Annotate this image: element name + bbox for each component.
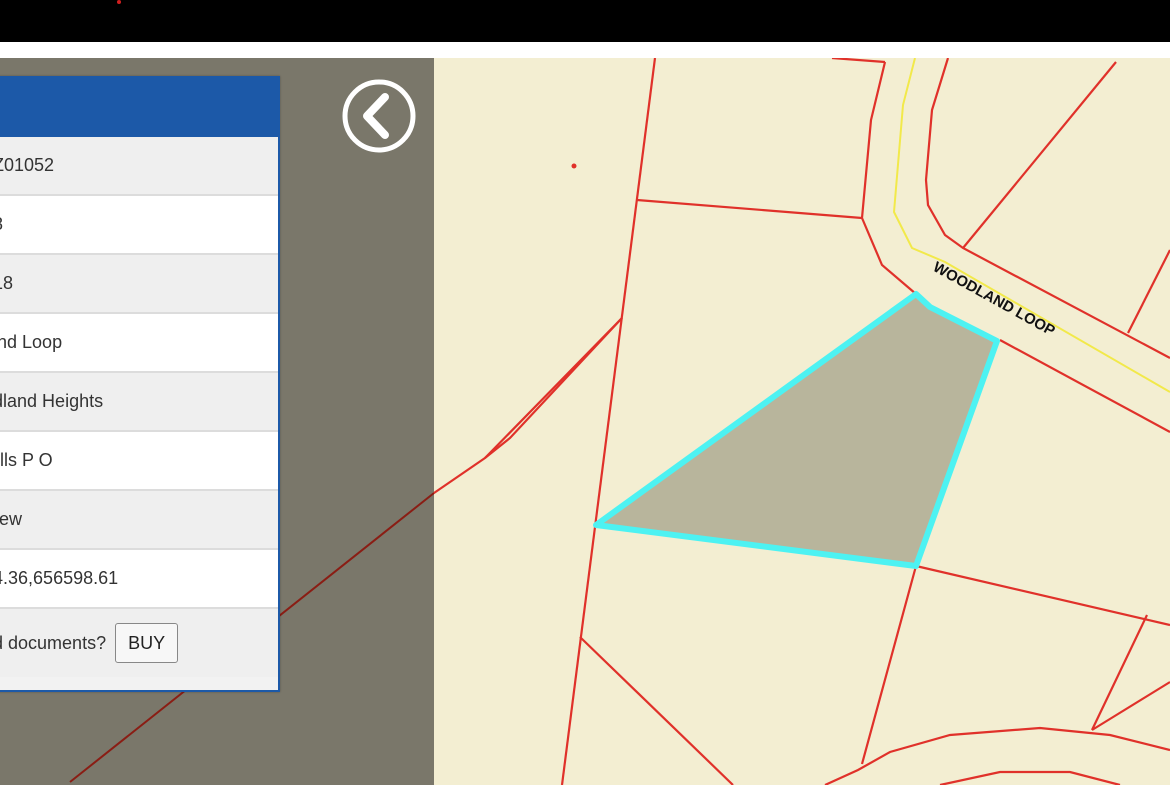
- documents-prompt: ed documents?: [0, 632, 107, 653]
- parcel-info-row: odland Heights: [0, 373, 278, 432]
- parcel-info-value: land Loop: [0, 332, 63, 352]
- top-bar-marker: [117, 0, 121, 4]
- parcel-info-value: 68: [0, 214, 3, 235]
- chevron-left-circle-icon: [342, 79, 416, 153]
- parcel-info-value: 5Z01052: [0, 155, 55, 175]
- parcel-info-panel: 5Z01052 68 518 land Loop odland Heights Hills…: [0, 76, 280, 692]
- parcel-info-row: 5Z01052: [0, 137, 278, 196]
- parcel-info-value: 518: [0, 273, 14, 293]
- parcel-info-row: 44.36,656598.61: [0, 550, 278, 609]
- parcel-info-row: land Loop: [0, 314, 278, 373]
- parcel-info-row: Hills P O: [0, 432, 278, 491]
- parcel-info-row: 68: [0, 196, 278, 255]
- parcel-info-row: 518: [0, 255, 278, 314]
- buy-button[interactable]: BUY: [115, 623, 179, 663]
- parcel-info-value: 44.36,656598.61: [0, 568, 119, 588]
- parcel-info-value: drew: [0, 509, 23, 529]
- parcel-info-value: odland Heights: [0, 391, 104, 411]
- parcel-info-row: drew: [0, 491, 278, 550]
- back-button[interactable]: [340, 77, 418, 155]
- panel-header: [0, 78, 278, 137]
- map-marker-dot: [571, 163, 577, 169]
- documents-row: ed documents? BUY: [0, 609, 278, 677]
- parcel-info-value: Hills P O: [0, 450, 53, 470]
- top-bar: [0, 0, 1170, 42]
